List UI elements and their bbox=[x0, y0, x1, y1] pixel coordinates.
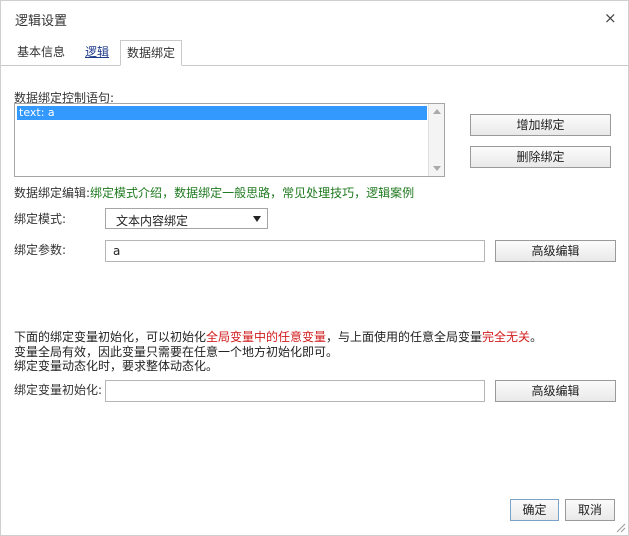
scroll-down-icon[interactable] bbox=[433, 166, 441, 171]
binding-mode-label: 绑定模式: bbox=[14, 212, 67, 226]
tab-bar: 基本信息 逻辑 数据绑定 bbox=[1, 40, 628, 66]
tab-basic-info[interactable]: 基本信息 bbox=[11, 40, 71, 66]
note-text: 下面的绑定变量初始化，可以初始化 bbox=[14, 330, 207, 344]
close-icon[interactable]: × bbox=[604, 9, 617, 27]
note-text: ，与上面使用的任意全局变量 bbox=[326, 330, 483, 344]
init-note-line3: 绑定变量动态化时，要求整体动态化。 bbox=[14, 359, 219, 373]
ok-button[interactable]: 确定 bbox=[510, 499, 559, 521]
scroll-up-icon[interactable] bbox=[433, 109, 441, 114]
binding-editor-prefix: 数据绑定编辑: bbox=[14, 186, 91, 200]
cancel-button[interactable]: 取消 bbox=[565, 499, 615, 521]
advanced-edit-button[interactable]: 高级编辑 bbox=[495, 240, 616, 262]
binding-editor-line: 数据绑定编辑:绑定模式介绍，数据绑定一般思路，常见处理技巧，逻辑案例 bbox=[14, 184, 414, 201]
list-scrollbar[interactable] bbox=[428, 104, 444, 176]
binding-params-input[interactable]: a bbox=[105, 240, 485, 262]
binding-mode-select[interactable]: 文本内容绑定 bbox=[105, 208, 268, 229]
binding-statements-list[interactable]: text: a bbox=[14, 103, 445, 177]
chevron-down-icon bbox=[253, 216, 261, 222]
binding-params-label: 绑定参数: bbox=[14, 243, 67, 257]
tab-logic[interactable]: 逻辑 bbox=[79, 40, 115, 66]
link-logic-cases[interactable]: 逻辑案例 bbox=[366, 186, 414, 200]
delete-binding-button[interactable]: 删除绑定 bbox=[470, 146, 611, 168]
logic-settings-dialog: 逻辑设置 × 基本信息 逻辑 数据绑定 数据绑定控制语句: text: a 增加… bbox=[0, 0, 629, 536]
note-highlight: 全局变量中的任意变量 bbox=[206, 330, 327, 344]
link-separator: ， bbox=[270, 186, 283, 200]
add-binding-button[interactable]: 增加绑定 bbox=[470, 114, 611, 136]
resize-grip-icon[interactable] bbox=[616, 523, 626, 533]
note-highlight: 完全无关 bbox=[482, 330, 531, 344]
list-item[interactable]: text: a bbox=[17, 106, 427, 120]
note-text: 。 bbox=[530, 330, 543, 344]
advanced-edit-button-2[interactable]: 高级编辑 bbox=[495, 380, 616, 402]
binding-var-init-input[interactable] bbox=[105, 380, 485, 402]
binding-var-init-label: 绑定变量初始化: bbox=[14, 383, 103, 397]
link-binding-approach[interactable]: 数据绑定一般思路 bbox=[174, 186, 270, 200]
binding-mode-value: 文本内容绑定 bbox=[116, 214, 189, 228]
link-binding-modes[interactable]: 绑定模式介绍 bbox=[90, 186, 162, 200]
link-separator: ， bbox=[162, 186, 175, 200]
link-separator: ， bbox=[354, 186, 367, 200]
dialog-title: 逻辑设置 bbox=[15, 14, 68, 29]
tab-data-binding[interactable]: 数据绑定 bbox=[120, 40, 183, 66]
link-common-tips[interactable]: 常见处理技巧 bbox=[282, 186, 354, 200]
